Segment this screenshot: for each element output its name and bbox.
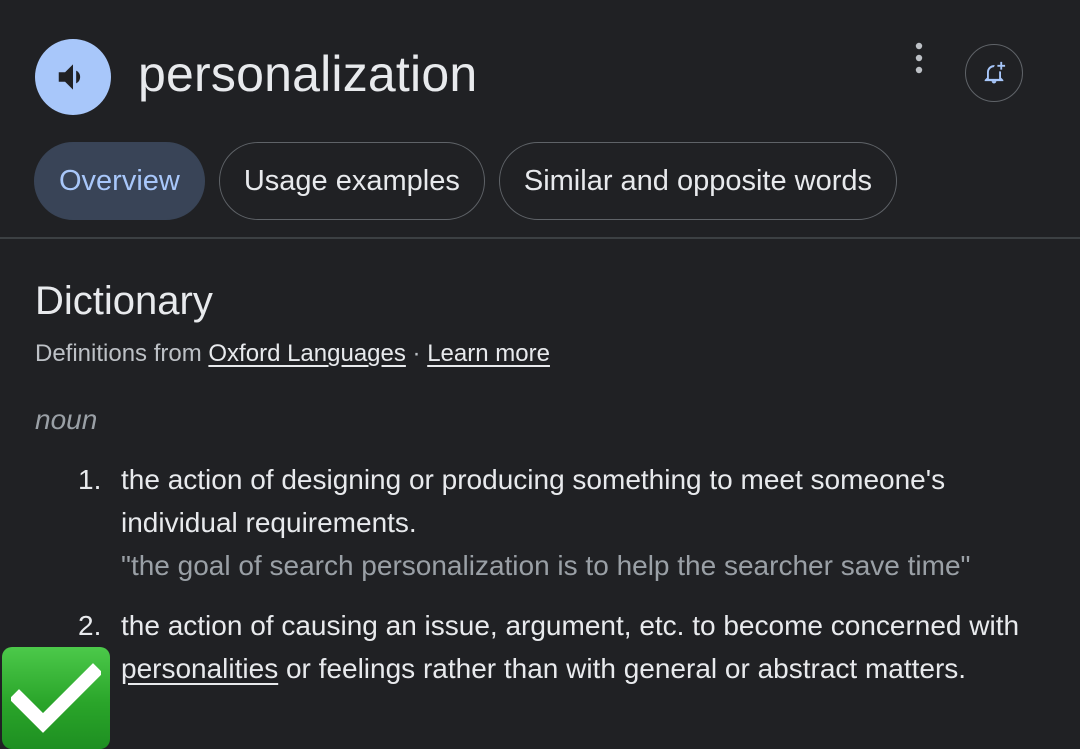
tab-overview[interactable]: Overview bbox=[34, 142, 205, 220]
definition-body: the action of causing an issue, argument… bbox=[121, 604, 1061, 690]
usage-example: "the goal of search personalization is t… bbox=[121, 550, 971, 581]
definition-number: 1. bbox=[78, 464, 102, 495]
personalities-link[interactable]: personalities bbox=[121, 653, 278, 684]
headword: personalization bbox=[138, 46, 478, 102]
bell-add-icon bbox=[984, 61, 1006, 84]
tab-similar-opposite-words[interactable]: Similar and opposite words bbox=[498, 142, 898, 220]
subscribe-bell-button[interactable] bbox=[965, 44, 1023, 102]
tab-bar: Overview Usage examples Similar and oppo… bbox=[34, 142, 898, 220]
definition-text: the action of designing or producing som… bbox=[121, 464, 946, 538]
definitions-source: Definitions from Oxford Languages · Lear… bbox=[35, 338, 550, 370]
tab-usage-examples[interactable]: Usage examples bbox=[218, 142, 485, 220]
pronunciation-button[interactable] bbox=[35, 39, 111, 115]
definition-text: the action of causing an issue, argument… bbox=[121, 610, 1020, 641]
oxford-languages-link[interactable]: Oxford Languages bbox=[208, 340, 405, 367]
definition-number: 2. bbox=[78, 610, 102, 641]
checkmark-badge bbox=[2, 647, 110, 749]
checkmark-icon bbox=[11, 663, 101, 733]
more-options-button[interactable] bbox=[902, 38, 936, 78]
definition-text-end: or feelings rather than with general or … bbox=[278, 653, 967, 684]
part-of-speech: noun bbox=[35, 404, 98, 435]
header-divider bbox=[0, 237, 1080, 239]
section-title: Dictionary bbox=[35, 279, 213, 323]
header: personalization Overview Usage examples … bbox=[0, 0, 1080, 238]
more-vert-icon bbox=[915, 42, 923, 74]
source-prefix: Definitions from bbox=[35, 340, 209, 367]
source-separator: · bbox=[405, 340, 428, 367]
learn-more-link[interactable]: Learn more bbox=[427, 340, 550, 367]
definition-body: the action of designing or producing som… bbox=[121, 458, 1061, 587]
speaker-icon bbox=[58, 64, 81, 90]
